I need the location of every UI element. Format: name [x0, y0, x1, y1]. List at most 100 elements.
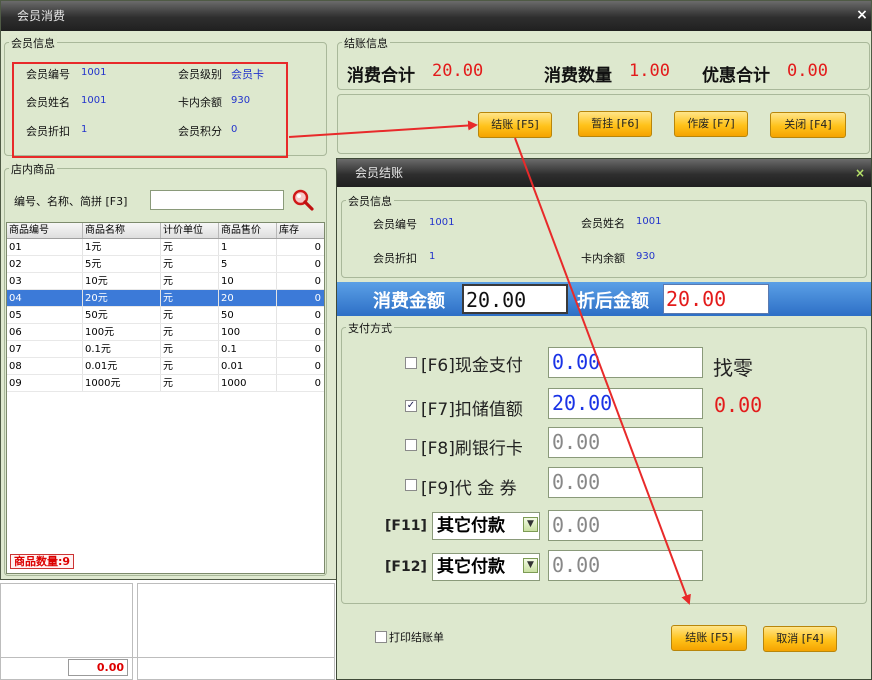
other1-select-value: 其它付款 — [437, 516, 505, 536]
bottom-divider — [0, 657, 335, 658]
after-discount-label: 折后金额 — [577, 291, 649, 312]
cell-unit: 元 — [161, 290, 219, 306]
table-row[interactable]: 03 10元元 10 0 — [7, 273, 324, 290]
table-row[interactable]: 04 20元元 20 0 — [7, 290, 324, 307]
cell-stock: 0 — [314, 344, 321, 355]
cell-name: 0.01元 — [83, 358, 161, 374]
print-receipt-checkbox[interactable] — [375, 631, 387, 643]
col-header-price[interactable]: 商品售价 — [219, 223, 277, 238]
other1-key-label: [F11] — [385, 518, 427, 534]
other1-input[interactable]: 0.00 — [548, 510, 703, 541]
void-button[interactable]: 作废 [F7] — [674, 111, 748, 137]
hold-button[interactable]: 暂挂 [F6] — [578, 111, 652, 137]
cell-unit: 元 — [161, 341, 219, 357]
cell-name: 50元 — [83, 307, 161, 323]
checkout-button[interactable]: 结账 [F5] — [478, 112, 552, 138]
stored-value-input[interactable]: 20.00 — [548, 388, 703, 419]
amount-bar: 消费金额 20.00 折后金额 20.00 — [337, 282, 871, 316]
other2-input[interactable]: 0.00 — [548, 550, 703, 581]
cell-code: 05 — [7, 307, 83, 323]
amount-input[interactable]: 20.00 — [462, 284, 568, 314]
dialog-member-balance-label: 卡内余额 — [581, 252, 625, 265]
voucher-checkbox[interactable] — [405, 479, 417, 491]
dialog-close-icon[interactable]: × — [853, 159, 867, 189]
product-search-input[interactable] — [150, 190, 284, 210]
other1-select[interactable]: 其它付款 ▼ — [432, 512, 540, 540]
bank-card-input[interactable]: 0.00 — [548, 427, 703, 458]
table-row[interactable]: 02 5元元 5 0 — [7, 256, 324, 273]
cell-code: 01 — [7, 239, 83, 255]
table-row[interactable]: 06 100元元 100 0 — [7, 324, 324, 341]
cell-stock: 0 — [314, 310, 321, 321]
qty-label: 消费数量 — [544, 66, 612, 86]
col-header-stock[interactable]: 库存 — [277, 223, 324, 238]
other2-key-label: [F12] — [385, 559, 427, 575]
table-row[interactable]: 09 1000元元 1000 0 — [7, 375, 324, 392]
product-count-badge: 商品数量:9 — [10, 554, 75, 569]
stored-value-label: [F7]扣储值额 — [421, 400, 523, 420]
change-value: 0.00 — [714, 393, 763, 417]
products-title: 店内商品 — [9, 161, 57, 177]
dialog-member-no-value: 1001 — [429, 217, 455, 228]
total-label: 消费合计 — [347, 66, 415, 86]
dialog-checkout-button[interactable]: 结账 [F5] — [671, 625, 747, 651]
cell-name: 100元 — [83, 324, 161, 340]
cell-price: 0.01 — [219, 358, 277, 374]
cell-price: 50 — [219, 307, 277, 323]
cash-input[interactable]: 0.00 — [548, 347, 703, 378]
dialog-member-balance-value: 930 — [636, 251, 656, 262]
total-value: 20.00 — [432, 61, 484, 81]
dialog-member-group: 会员信息 — [341, 193, 867, 278]
cell-price: 5 — [219, 256, 277, 272]
cell-code: 07 — [7, 341, 83, 357]
cell-name: 1000元 — [83, 375, 161, 391]
close-button[interactable]: 关闭 [F4] — [770, 112, 846, 138]
cell-name: 1元 — [83, 239, 161, 255]
cell-unit: 元 — [161, 239, 219, 255]
bank-card-checkbox[interactable] — [405, 439, 417, 451]
cell-code: 02 — [7, 256, 83, 272]
col-header-code[interactable]: 商品编号 — [7, 223, 83, 238]
chevron-down-icon[interactable]: ▼ — [523, 517, 538, 532]
product-rows: 01 1元元 1 0 02 5元元 5 0 03 10元元 10 0 04 20元元 20 0 05 50元元 50… — [7, 239, 324, 392]
after-discount-input[interactable]: 20.00 — [663, 284, 769, 314]
chevron-down-icon[interactable]: ▼ — [523, 558, 538, 573]
table-row[interactable]: 08 0.01元元 0.01 0 — [7, 358, 324, 375]
cell-code: 06 — [7, 324, 83, 340]
member-checkout-dialog: 会员结账 × 会员信息 会员编号 1001 会员姓名 1001 会员折扣 1 卡… — [336, 158, 872, 680]
voucher-input[interactable]: 0.00 — [548, 467, 703, 498]
dialog-cancel-button[interactable]: 取消 [F4] — [763, 626, 837, 652]
stored-value-checkbox[interactable]: ✓ — [405, 400, 417, 412]
cell-stock: 0 — [314, 276, 321, 287]
cash-checkbox[interactable] — [405, 357, 417, 369]
other2-select[interactable]: 其它付款 ▼ — [432, 553, 540, 581]
bank-card-label: [F8]刷银行卡 — [421, 439, 523, 459]
voucher-label: [F9]代 金 券 — [421, 479, 517, 499]
dialog-member-no-label: 会员编号 — [373, 218, 417, 231]
other2-select-value: 其它付款 — [437, 557, 505, 577]
dialog-member-discount-value: 1 — [429, 251, 436, 262]
cell-name: 10元 — [83, 273, 161, 289]
dialog-member-name-value: 1001 — [636, 216, 662, 227]
cell-price: 1000 — [219, 375, 277, 391]
bottom-total-value: 0.00 — [68, 659, 128, 676]
amount-label: 消费金额 — [373, 291, 445, 312]
cell-stock: 0 — [314, 259, 321, 270]
table-row[interactable]: 01 1元元 1 0 — [7, 239, 324, 256]
table-row[interactable]: 07 0.1元元 0.1 0 — [7, 341, 324, 358]
close-icon[interactable]: × — [855, 1, 869, 31]
bottom-mid-panel — [137, 583, 335, 680]
col-header-name[interactable]: 商品名称 — [83, 223, 161, 238]
cell-code: 08 — [7, 358, 83, 374]
main-titlebar: 会员消费 × — [1, 1, 871, 31]
cell-unit: 元 — [161, 358, 219, 374]
cell-code: 09 — [7, 375, 83, 391]
table-row[interactable]: 05 50元元 50 0 — [7, 307, 324, 324]
search-icon[interactable] — [292, 189, 314, 211]
col-header-unit[interactable]: 计价单位 — [161, 223, 219, 238]
dialog-member-discount-label: 会员折扣 — [373, 252, 417, 265]
dialog-titlebar: 会员结账 × — [337, 159, 871, 187]
cell-stock: 0 — [314, 361, 321, 372]
product-list[interactable]: 商品编号 商品名称 计价单位 商品售价 库存 01 1元元 1 0 02 5元元 5 0 03 1… — [6, 222, 325, 574]
cell-unit: 元 — [161, 375, 219, 391]
